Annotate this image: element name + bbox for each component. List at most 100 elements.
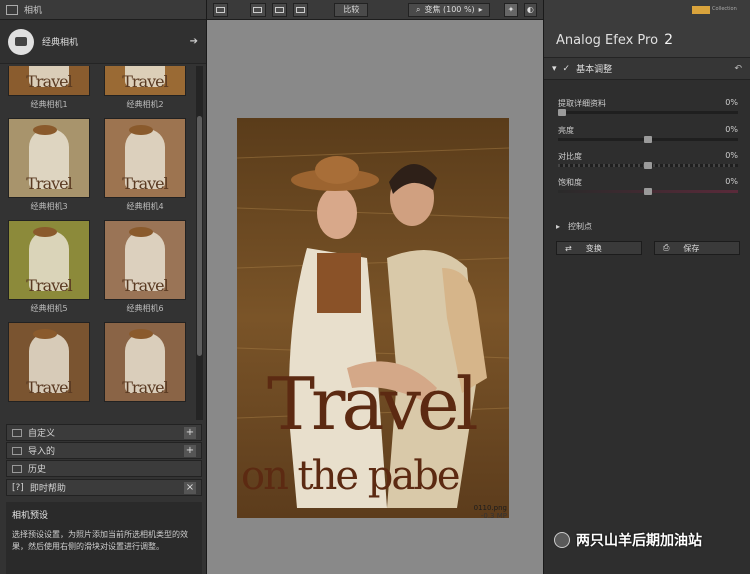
photo-title-text: Travel — [267, 362, 479, 446]
save-label: 保存 — [683, 243, 700, 253]
preset-preview-image: Travel — [104, 118, 186, 198]
preset-preview-image: Travel — [8, 220, 90, 300]
side-by-side-view-button[interactable] — [271, 2, 287, 17]
help-icon: [?] — [12, 482, 24, 493]
history-section[interactable]: 历史 — [6, 460, 202, 477]
add-custom-button[interactable]: + — [184, 426, 196, 439]
close-help-button[interactable]: × — [184, 481, 196, 494]
preset-thumbnail[interactable]: Travel — [102, 322, 188, 420]
add-import-button[interactable]: + — [184, 444, 196, 457]
preset-thumbnail[interactable]: Travel 经典相机3 — [6, 118, 92, 220]
camera-icon — [8, 28, 34, 55]
import-section[interactable]: 导入的 + — [6, 442, 202, 459]
chevron-down-icon: ▾ — [552, 63, 557, 74]
slider-knob[interactable] — [644, 188, 652, 195]
slider-label: 饱和度 — [558, 178, 582, 187]
preset-preview-image: Travel — [104, 66, 186, 96]
single-view-button[interactable] — [213, 2, 229, 17]
preview-title-text: Travel — [26, 378, 72, 397]
camera-panel-icon — [6, 4, 18, 15]
section-title: 基本调整 — [576, 65, 613, 75]
preset-category-selector[interactable]: 经典相机 ➔ — [0, 20, 206, 64]
folder-icon — [12, 428, 22, 437]
preset-preview-image: Travel — [8, 66, 90, 96]
help-label: 即时帮助 — [29, 484, 66, 494]
basic-adjustments-header[interactable]: ▾ ✓ 基本调整 ↶ — [544, 58, 750, 80]
preset-thumbnail[interactable]: Travel — [6, 322, 92, 420]
scrollbar[interactable] — [196, 66, 203, 420]
preview-title-text: Travel — [26, 276, 72, 295]
split-view-button[interactable] — [250, 2, 266, 17]
app-name: Analog Efex Pro — [556, 33, 659, 48]
preset-thumbnail[interactable]: Travel 经典相机1 — [6, 66, 92, 118]
slider-track[interactable] — [558, 111, 738, 114]
app-header: Collection Analog Efex Pro 2 — [544, 0, 750, 58]
slider-label: 亮度 — [558, 126, 574, 135]
chevron-right-icon: ▸ — [556, 221, 561, 231]
undo-icon[interactable]: ↶ — [734, 64, 742, 74]
help-title: 相机预设 — [12, 511, 49, 521]
file-name: 0110.png — [473, 504, 507, 512]
save-icon: ⎙ — [663, 243, 670, 252]
slider-knob[interactable] — [558, 109, 566, 116]
preset-preview-image: Travel — [8, 118, 90, 198]
swap-label: 变换 — [585, 243, 602, 253]
watermark-text: 两只山羊后期加油站 — [576, 533, 702, 549]
chevron-right-icon: ▸ — [478, 5, 483, 14]
app-title: Analog Efex Pro 2 — [556, 32, 673, 48]
light-bulb-button[interactable]: ✦ — [504, 2, 518, 17]
import-icon — [12, 446, 22, 455]
zoom-label: 变焦 (100 %) — [424, 5, 475, 14]
adjustments-panel: Collection Analog Efex Pro 2 ▾ ✓ 基本调整 ↶ 提… — [543, 0, 750, 574]
slider-value: 0% — [725, 98, 738, 107]
compare-button[interactable]: 比较 — [334, 2, 369, 17]
preset-thumbnails: Travel 经典相机1 Travel 经典相机2 Travel 经典相机3 Travel 经… — [6, 66, 194, 420]
watermark: 两只山羊后期加油站 — [540, 520, 750, 560]
import-label: 导入的 — [28, 447, 56, 457]
control-points-section[interactable]: ▸ 控制点 — [544, 218, 750, 234]
preview-title-text: Travel — [122, 72, 168, 91]
slider-knob[interactable] — [644, 136, 652, 143]
save-button[interactable]: ⎙ 保存 — [654, 241, 740, 255]
preset-label: 经典相机3 — [30, 202, 68, 211]
help-section[interactable]: [?] 即时帮助 × — [6, 479, 202, 496]
photo-preview: Travel on the pabe — [237, 118, 509, 518]
preset-label: 经典相机2 — [126, 100, 164, 109]
preview-title-text: Travel — [26, 72, 72, 91]
zoom-dropdown[interactable]: ⌕ 变焦 (100 %) ▸ — [408, 2, 491, 17]
presets-panel: 相机 经典相机 ➔ Travel 经典相机1 Travel 经典相机2 Travel 经典… — [0, 0, 207, 574]
slider-knob[interactable] — [644, 162, 652, 169]
preset-preview-image: Travel — [104, 220, 186, 300]
background-toggle-button[interactable]: ◐ — [523, 2, 537, 17]
preset-thumbnail[interactable]: Travel 经典相机2 — [102, 66, 188, 118]
preview-title-text: Travel — [122, 276, 168, 295]
enable-checkbox[interactable]: ✓ — [563, 64, 571, 74]
preset-thumbnail[interactable]: Travel 经典相机6 — [102, 220, 188, 322]
help-content: 相机预设 选择预设设置，为照片添加当前所选相机类型的效果，然后使用右侧的滑块对设… — [6, 502, 202, 574]
scroll-thumb[interactable] — [197, 116, 202, 356]
image-canvas[interactable]: Travel on the pabe 0110.png -0.3 MP — [207, 20, 543, 574]
history-icon — [12, 464, 22, 473]
preset-thumbnail[interactable]: Travel 经典相机4 — [102, 118, 188, 220]
slider-value: 0% — [725, 151, 738, 160]
swap-button[interactable]: ⇄ 变换 — [556, 241, 642, 255]
shuffle-icon: ⇄ — [565, 243, 572, 253]
slider-value: 0% — [725, 125, 738, 134]
preview-title-text: Travel — [122, 174, 168, 193]
wechat-icon — [554, 532, 570, 548]
stacked-view-button[interactable] — [292, 2, 309, 17]
help-text: 选择预设设置，为照片添加当前所选相机类型的效果，然后使用右侧的滑块对设置进行调整… — [12, 530, 188, 551]
app-version: 2 — [664, 32, 673, 48]
slider-value: 0% — [725, 177, 738, 186]
arrow-right-icon[interactable]: ➔ — [190, 36, 198, 47]
slider-label: 对比度 — [558, 152, 582, 161]
history-label: 历史 — [28, 465, 47, 475]
preset-label: 经典相机4 — [126, 202, 164, 211]
preset-label: 经典相机6 — [126, 304, 164, 313]
custom-section[interactable]: 自定义 + — [6, 424, 202, 441]
preset-preview-image: Travel — [104, 322, 186, 402]
preset-thumbnail[interactable]: Travel 经典相机5 — [6, 220, 92, 322]
collection-label: Collection — [712, 6, 737, 12]
preset-category-label: 经典相机 — [42, 38, 79, 48]
custom-label: 自定义 — [28, 429, 56, 439]
